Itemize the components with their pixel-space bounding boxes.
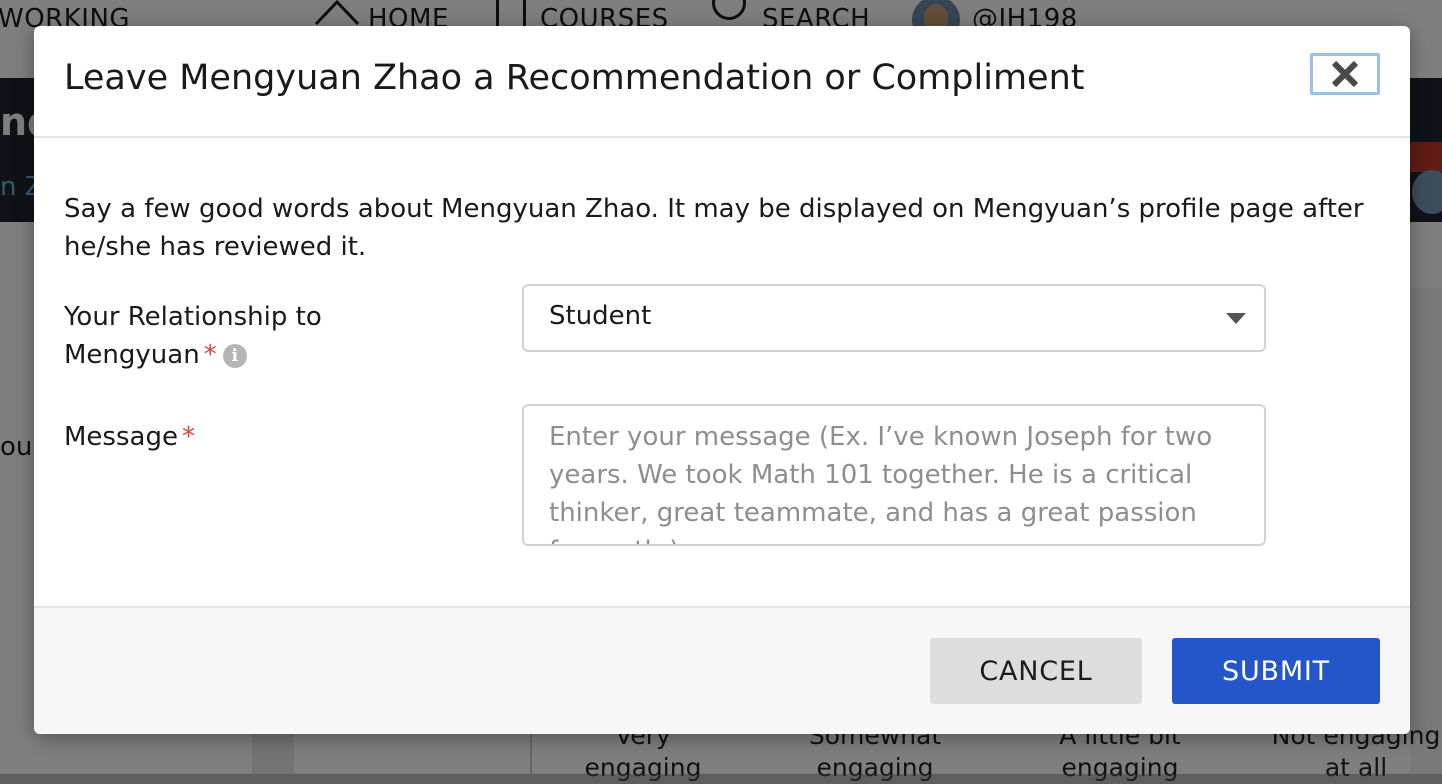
relationship-selected-value: Student (549, 301, 652, 331)
resize-handle-icon[interactable] (1248, 528, 1262, 544)
modal-body: Say a few good words about Mengyuan Zhao… (34, 138, 1410, 606)
submit-button[interactable]: SUBMIT (1172, 638, 1380, 704)
relationship-label-text: Your Relationship to Mengyuan (64, 302, 322, 370)
message-label: Message * (64, 418, 195, 456)
close-button[interactable] (1310, 53, 1380, 95)
intro-text: Say a few good words about Mengyuan Zhao… (64, 194, 1364, 262)
required-asterisk: * (181, 422, 195, 452)
modal-title: Leave Mengyuan Zhao a Recommendation or … (64, 58, 1085, 98)
modal-footer: CANCEL SUBMIT (34, 606, 1410, 734)
chevron-down-icon (1226, 313, 1246, 324)
relationship-label: Your Relationship to Mengyuan * i (64, 298, 394, 374)
required-asterisk: * (203, 340, 217, 370)
relationship-select[interactable]: Student (522, 284, 1266, 352)
cancel-button[interactable]: CANCEL (930, 638, 1142, 704)
message-label-text: Message (64, 422, 178, 452)
info-icon[interactable]: i (222, 344, 247, 368)
message-textarea[interactable]: Enter your message (Ex. I’ve known Josep… (522, 404, 1266, 546)
message-placeholder: Enter your message (Ex. I’ve known Josep… (549, 422, 1213, 544)
modal-header: Leave Mengyuan Zhao a Recommendation or … (34, 26, 1410, 138)
close-x-icon (1330, 59, 1360, 89)
recommendation-modal: Leave Mengyuan Zhao a Recommendation or … (34, 26, 1410, 734)
